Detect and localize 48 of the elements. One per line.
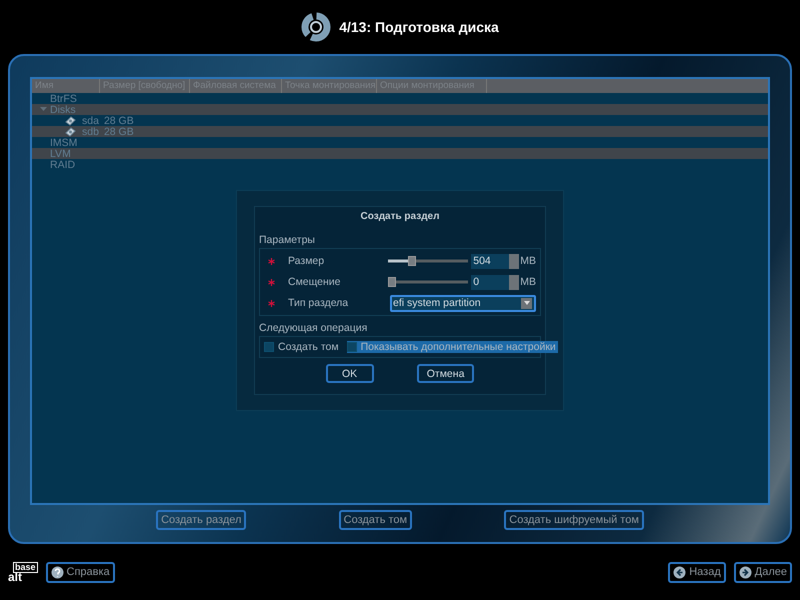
tree-row[interactable]: sda 28 GB bbox=[32, 115, 768, 126]
help-icon bbox=[50, 566, 64, 578]
action-button[interactable]: Создать том bbox=[338, 510, 412, 530]
help-button[interactable]: Справка bbox=[46, 562, 115, 582]
asterisk-icon bbox=[268, 258, 275, 264]
tree-row[interactable]: BtrFS bbox=[32, 93, 768, 104]
dialog-button[interactable]: Отмена bbox=[416, 364, 474, 383]
dropdown-arrow-icon bbox=[524, 301, 530, 305]
asterisk-icon bbox=[268, 278, 275, 286]
back-button[interactable]: Назад bbox=[668, 562, 726, 582]
tree-row[interactable]: IMSM bbox=[32, 137, 768, 148]
tree-item-label: IMSM bbox=[49, 136, 78, 148]
logo-text: alt bbox=[8, 573, 22, 582]
tree-item-label: Disks bbox=[49, 104, 76, 116]
tree-row[interactable]: RAID bbox=[32, 159, 768, 170]
field-label: Размер bbox=[288, 255, 324, 267]
tree-item-label: BtrFS bbox=[49, 92, 77, 104]
logo-text: base bbox=[13, 562, 38, 573]
checkbox-option[interactable]: Создать том bbox=[264, 341, 341, 353]
checkbox[interactable] bbox=[264, 342, 274, 352]
checkbox[interactable] bbox=[346, 342, 357, 352]
next-button[interactable]: Далее bbox=[734, 562, 792, 582]
field-label: Тип раздела bbox=[288, 297, 348, 309]
action-button[interactable]: Создать шифруемый том bbox=[504, 510, 644, 530]
window-title: 4/13: Подготовка диска bbox=[339, 19, 499, 35]
group-label: Параметры bbox=[259, 234, 316, 246]
asterisk-icon bbox=[268, 300, 275, 306]
slider-thumb[interactable] bbox=[408, 256, 416, 266]
tree-row[interactable]: sdb 28 GB bbox=[32, 126, 768, 137]
logo-icon bbox=[301, 12, 332, 42]
tree-item-label: LVM bbox=[49, 148, 71, 160]
group-label: Следующая операция bbox=[259, 322, 368, 334]
tree-item-label: sda bbox=[81, 114, 99, 126]
unit-label: MB bbox=[520, 255, 536, 267]
tree-item-label: sdb bbox=[81, 126, 99, 138]
tree-row[interactable]: Disks bbox=[32, 104, 768, 115]
type-dropdown[interactable]: efi system partition bbox=[390, 294, 536, 312]
checkbox-option[interactable]: Показывать дополнительные настройки bbox=[346, 341, 558, 353]
dialog-button[interactable]: OK bbox=[326, 364, 374, 383]
tree-row[interactable]: LVM bbox=[32, 148, 768, 159]
field-label: Смещение bbox=[288, 276, 341, 288]
slider-thumb[interactable] bbox=[388, 277, 396, 287]
dialog-title: Создать раздел bbox=[360, 211, 440, 224]
unit-label: MB bbox=[520, 276, 536, 288]
tree-item-label: RAID bbox=[49, 158, 76, 170]
size-label: 28 GB bbox=[102, 114, 134, 126]
size-label: 28 GB bbox=[102, 126, 134, 138]
action-button[interactable]: Создать раздел bbox=[156, 510, 246, 530]
